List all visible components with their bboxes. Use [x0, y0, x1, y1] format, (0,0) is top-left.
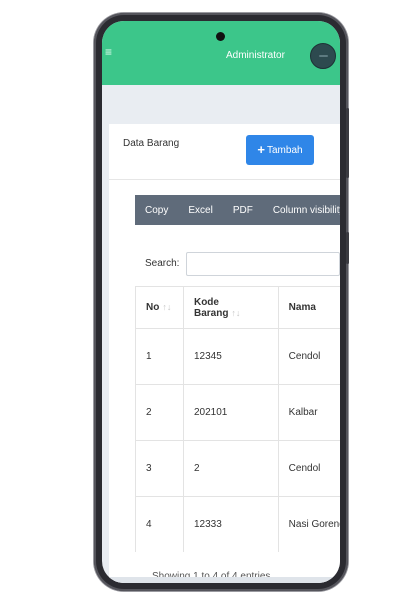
cell-nama: Kalbar	[277, 384, 340, 441]
export-toolbar: Copy Excel PDF Column visibility	[135, 195, 340, 225]
screen: ≡ Administrator Data Barang + Tambah Cop…	[102, 21, 340, 583]
table-row: 2 202101 Kalbar	[135, 384, 340, 441]
cell-kode: 202101	[182, 384, 279, 441]
cell-kode: 12345	[182, 328, 279, 385]
cell-no: 1	[135, 328, 184, 385]
table-row: 4 12333 Nasi Goreng	[135, 496, 340, 552]
column-header-no[interactable]: No ↑↓	[135, 286, 184, 329]
admin-label[interactable]: Administrator	[226, 50, 285, 61]
cell-no: 4	[135, 496, 184, 552]
copy-button[interactable]: Copy	[135, 195, 178, 225]
table-row: 3 2 Cendol	[135, 440, 340, 497]
plus-icon: +	[257, 142, 265, 157]
hamburger-menu-icon[interactable]: ≡	[105, 46, 117, 58]
table-header-row: No ↑↓ Kode Barang ↑↓ Nama	[135, 286, 340, 329]
cell-no: 3	[135, 440, 184, 497]
table-row: 1 12345 Cendol	[135, 328, 340, 385]
cell-nama: Cendol	[277, 328, 340, 385]
cell-kode: 2	[182, 440, 279, 497]
add-button-label: Tambah	[267, 144, 303, 156]
column-header-kode-barang[interactable]: Kode Barang ↑↓	[182, 286, 279, 329]
page-title: Data Barang	[123, 138, 180, 149]
bottom-bar	[102, 577, 340, 583]
pdf-button[interactable]: PDF	[223, 195, 263, 225]
cell-nama: Cendol	[277, 440, 340, 497]
column-header-nama[interactable]: Nama	[277, 286, 340, 329]
search-label: Search:	[145, 258, 180, 269]
cell-no: 2	[135, 384, 184, 441]
cell-nama: Nasi Goreng	[277, 496, 340, 552]
search-input[interactable]	[186, 252, 340, 276]
avatar-icon	[319, 55, 328, 57]
divider	[109, 179, 340, 180]
data-table-wrapper: No ↑↓ Kode Barang ↑↓ Nama 1 12345 Cendol…	[135, 286, 340, 552]
sort-icon: ↑↓	[162, 302, 172, 312]
avatar[interactable]	[310, 43, 336, 69]
front-camera	[216, 32, 225, 41]
sort-icon: ↑↓	[231, 307, 241, 318]
top-navbar: ≡ Administrator	[102, 21, 340, 85]
data-card: Data Barang + Tambah Copy Excel PDF Colu…	[109, 124, 340, 583]
excel-button[interactable]: Excel	[178, 195, 222, 225]
column-visibility-button[interactable]: Column visibility	[263, 195, 340, 225]
add-button[interactable]: + Tambah	[246, 135, 314, 165]
data-table: No ↑↓ Kode Barang ↑↓ Nama 1 12345 Cendol…	[135, 286, 340, 552]
phone-side-button	[346, 232, 349, 264]
cell-kode: 12333	[182, 496, 279, 552]
phone-side-button	[346, 108, 349, 178]
